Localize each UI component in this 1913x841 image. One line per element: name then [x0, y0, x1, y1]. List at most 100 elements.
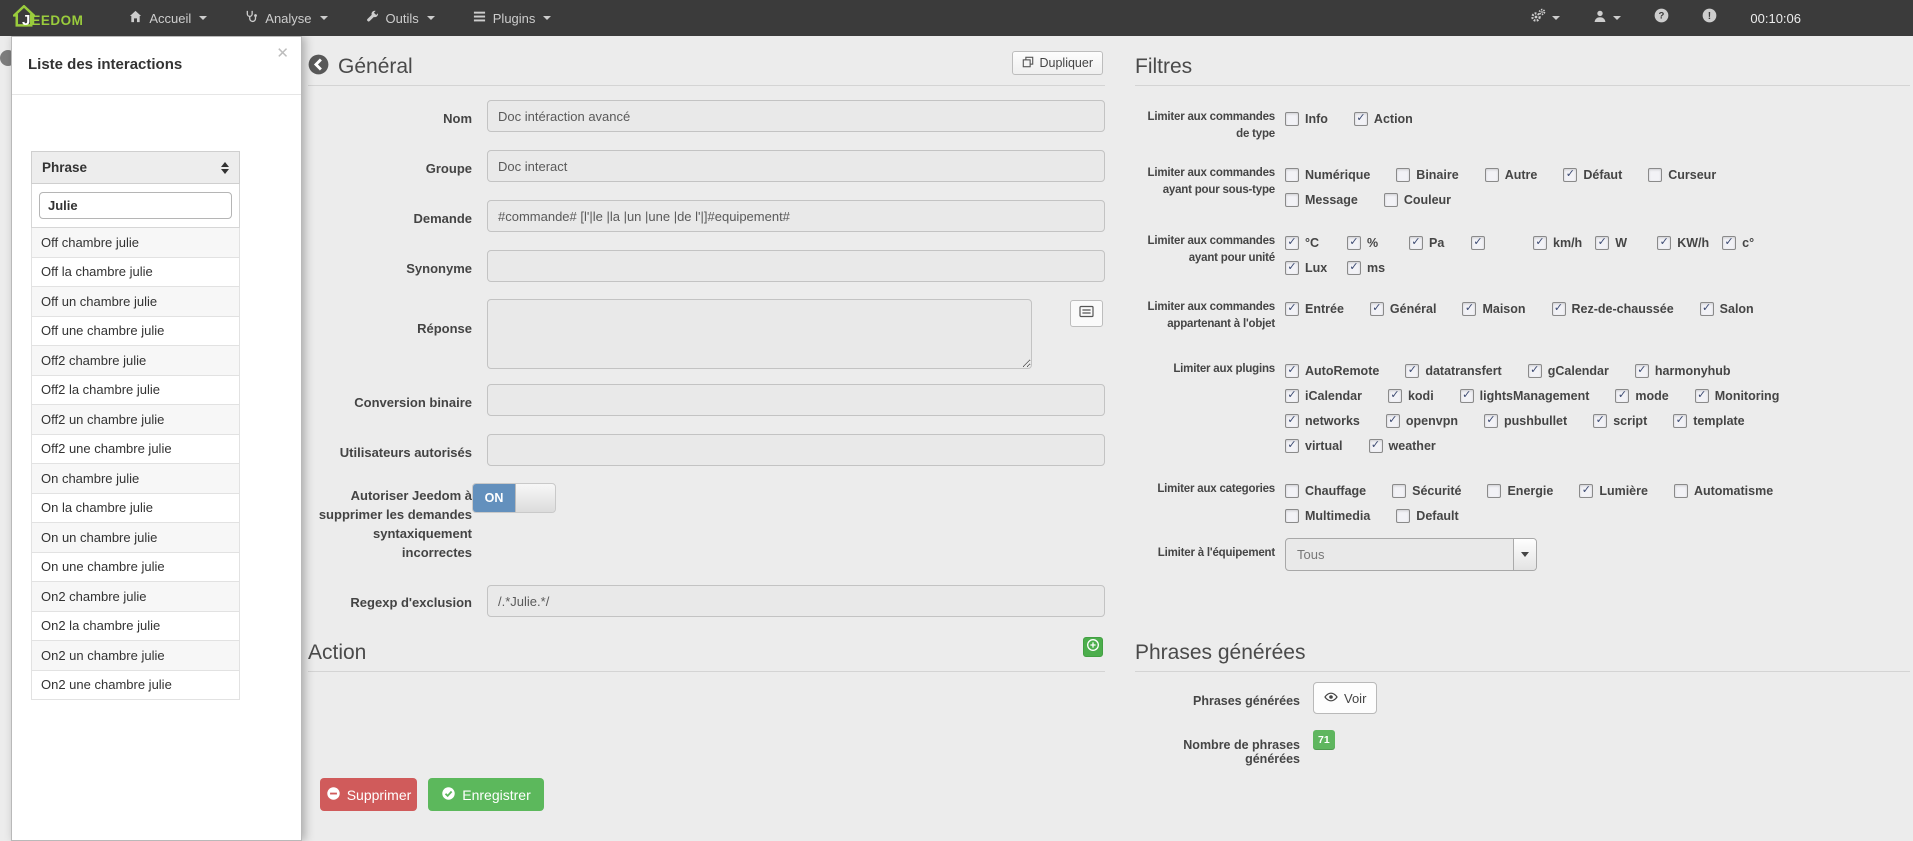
checkbox-item[interactable]: ✓Salon	[1700, 302, 1754, 316]
checkbox-checked[interactable]: ✓	[1285, 364, 1299, 378]
checkbox-item[interactable]: ✓Lux	[1285, 261, 1334, 275]
list-item[interactable]: On2 la chambre julie	[32, 612, 239, 642]
checkbox-checked[interactable]: ✓	[1563, 168, 1577, 182]
regexp-input[interactable]	[487, 585, 1105, 617]
checkbox-checked[interactable]: ✓	[1595, 236, 1609, 250]
nav-item-outils[interactable]: Outils	[366, 10, 435, 26]
checkbox-item[interactable]: ✓gCalendar	[1528, 364, 1609, 378]
checkbox-checked[interactable]: ✓	[1388, 389, 1402, 403]
checkbox-item[interactable]: ✓template	[1673, 414, 1744, 428]
checkbox-item[interactable]: Info	[1285, 112, 1328, 126]
checkbox-unchecked[interactable]	[1485, 168, 1499, 182]
checkbox-checked[interactable]: ✓	[1285, 236, 1299, 250]
checkbox-unchecked[interactable]	[1285, 509, 1299, 523]
checkbox-item[interactable]: ✓AutoRemote	[1285, 364, 1379, 378]
checkbox-checked[interactable]: ✓	[1657, 236, 1671, 250]
nav-item-plugins[interactable]: Plugins	[473, 10, 552, 26]
checkbox-item[interactable]: Binaire	[1396, 168, 1458, 182]
conversion-input[interactable]	[487, 384, 1105, 416]
nom-input[interactable]	[487, 100, 1105, 132]
checkbox-item[interactable]: ✓Pa	[1409, 236, 1458, 250]
list-item[interactable]: Off un chambre julie	[32, 287, 239, 317]
list-item[interactable]: On la chambre julie	[32, 494, 239, 524]
checkbox-unchecked[interactable]	[1648, 168, 1662, 182]
checkbox-item[interactable]: ✓lightsManagement	[1460, 389, 1590, 403]
checkbox-unchecked[interactable]	[1392, 484, 1406, 498]
toggle-knob[interactable]	[515, 484, 555, 512]
checkbox-item[interactable]: ✓KW/h	[1657, 236, 1709, 250]
checkbox-item[interactable]: Default	[1396, 509, 1458, 523]
checkbox-checked[interactable]: ✓	[1695, 389, 1709, 403]
checkbox-unchecked[interactable]	[1487, 484, 1501, 498]
checkbox-checked[interactable]: ✓	[1369, 439, 1383, 453]
checkbox-checked[interactable]: ✓	[1386, 414, 1400, 428]
checkbox-item[interactable]: Numérique	[1285, 168, 1370, 182]
save-button[interactable]: Enregistrer	[428, 778, 544, 811]
user-menu[interactable]	[1593, 9, 1621, 28]
checkbox-unchecked[interactable]	[1285, 484, 1299, 498]
list-item[interactable]: Off une chambre julie	[32, 317, 239, 347]
list-item[interactable]: Off la chambre julie	[32, 258, 239, 288]
checkbox-checked[interactable]: ✓	[1460, 389, 1474, 403]
checkbox-checked[interactable]: ✓	[1593, 414, 1607, 428]
list-item[interactable]: On2 chambre julie	[32, 582, 239, 612]
list-item[interactable]: On2 une chambre julie	[32, 671, 239, 701]
checkbox-checked[interactable]: ✓	[1405, 364, 1419, 378]
checkbox-checked[interactable]: ✓	[1285, 302, 1299, 316]
checkbox-item[interactable]: ✓c°	[1722, 236, 1771, 250]
add-action-button[interactable]	[1083, 637, 1103, 657]
checkbox-item[interactable]: ✓ms	[1347, 261, 1396, 275]
nav-item-accueil[interactable]: Accueil	[129, 10, 207, 26]
checkbox-item[interactable]: ✓pushbullet	[1484, 414, 1567, 428]
list-item[interactable]: Off chambre julie	[32, 228, 239, 258]
utilisateurs-input[interactable]	[487, 434, 1105, 466]
checkbox-checked[interactable]: ✓	[1347, 261, 1361, 275]
duplicate-button[interactable]: Dupliquer	[1012, 51, 1103, 75]
checkbox-item[interactable]: ✓Rez-de-chaussée	[1552, 302, 1674, 316]
checkbox-item[interactable]: ✓Lumière	[1579, 484, 1648, 498]
checkbox-item[interactable]: ✓Monitoring	[1695, 389, 1780, 403]
checkbox-checked[interactable]: ✓	[1484, 414, 1498, 428]
checkbox-checked[interactable]: ✓	[1528, 364, 1542, 378]
checkbox-checked[interactable]: ✓	[1285, 261, 1299, 275]
phrase-column-header[interactable]: Phrase	[31, 151, 240, 184]
groupe-input[interactable]	[487, 150, 1105, 182]
checkbox-item[interactable]: ✓Maison	[1462, 302, 1525, 316]
checkbox-checked[interactable]: ✓	[1700, 302, 1714, 316]
checkbox-item[interactable]: Energie	[1487, 484, 1553, 498]
demande-input[interactable]	[487, 200, 1105, 232]
checkbox-unchecked[interactable]	[1396, 509, 1410, 523]
checkbox-item[interactable]: Multimedia	[1285, 509, 1370, 523]
checkbox-checked[interactable]: ✓	[1285, 389, 1299, 403]
checkbox-checked[interactable]: ✓	[1370, 302, 1384, 316]
checkbox-item[interactable]: ✓virtual	[1285, 439, 1343, 453]
checkbox-checked[interactable]: ✓	[1409, 236, 1423, 250]
checkbox-checked[interactable]: ✓	[1722, 236, 1736, 250]
checkbox-item[interactable]: Chauffage	[1285, 484, 1366, 498]
insert-list-button[interactable]	[1070, 300, 1103, 327]
list-item[interactable]: On2 un chambre julie	[32, 641, 239, 671]
checkbox-item[interactable]: ✓datatransfert	[1405, 364, 1501, 378]
list-item[interactable]: On chambre julie	[32, 464, 239, 494]
checkbox-item[interactable]: Automatisme	[1674, 484, 1773, 498]
checkbox-checked[interactable]: ✓	[1552, 302, 1566, 316]
checkbox-item[interactable]: ✓kodi	[1388, 389, 1434, 403]
list-item[interactable]: Off2 la chambre julie	[32, 376, 239, 406]
jeedom-logo[interactable]: J EEDOM	[13, 5, 83, 32]
nav-item-analyse[interactable]: Analyse	[245, 10, 327, 26]
checkbox-unchecked[interactable]	[1285, 112, 1299, 126]
checkbox-checked[interactable]: ✓	[1635, 364, 1649, 378]
checkbox-unchecked[interactable]	[1384, 193, 1398, 207]
checkbox-checked[interactable]: ✓	[1615, 389, 1629, 403]
checkbox-unchecked[interactable]	[1285, 168, 1299, 182]
checkbox-checked[interactable]: ✓	[1533, 236, 1547, 250]
list-item[interactable]: Off2 chambre julie	[32, 346, 239, 376]
checkbox-item[interactable]: ✓Défaut	[1563, 168, 1622, 182]
checkbox-checked[interactable]: ✓	[1285, 414, 1299, 428]
phrase-search-input[interactable]	[39, 192, 232, 219]
back-circle-icon[interactable]	[308, 54, 329, 80]
checkbox-checked[interactable]: ✓	[1673, 414, 1687, 428]
checkbox-item[interactable]: ✓harmonyhub	[1635, 364, 1731, 378]
list-item[interactable]: On un chambre julie	[32, 523, 239, 553]
checkbox-checked[interactable]: ✓	[1462, 302, 1476, 316]
